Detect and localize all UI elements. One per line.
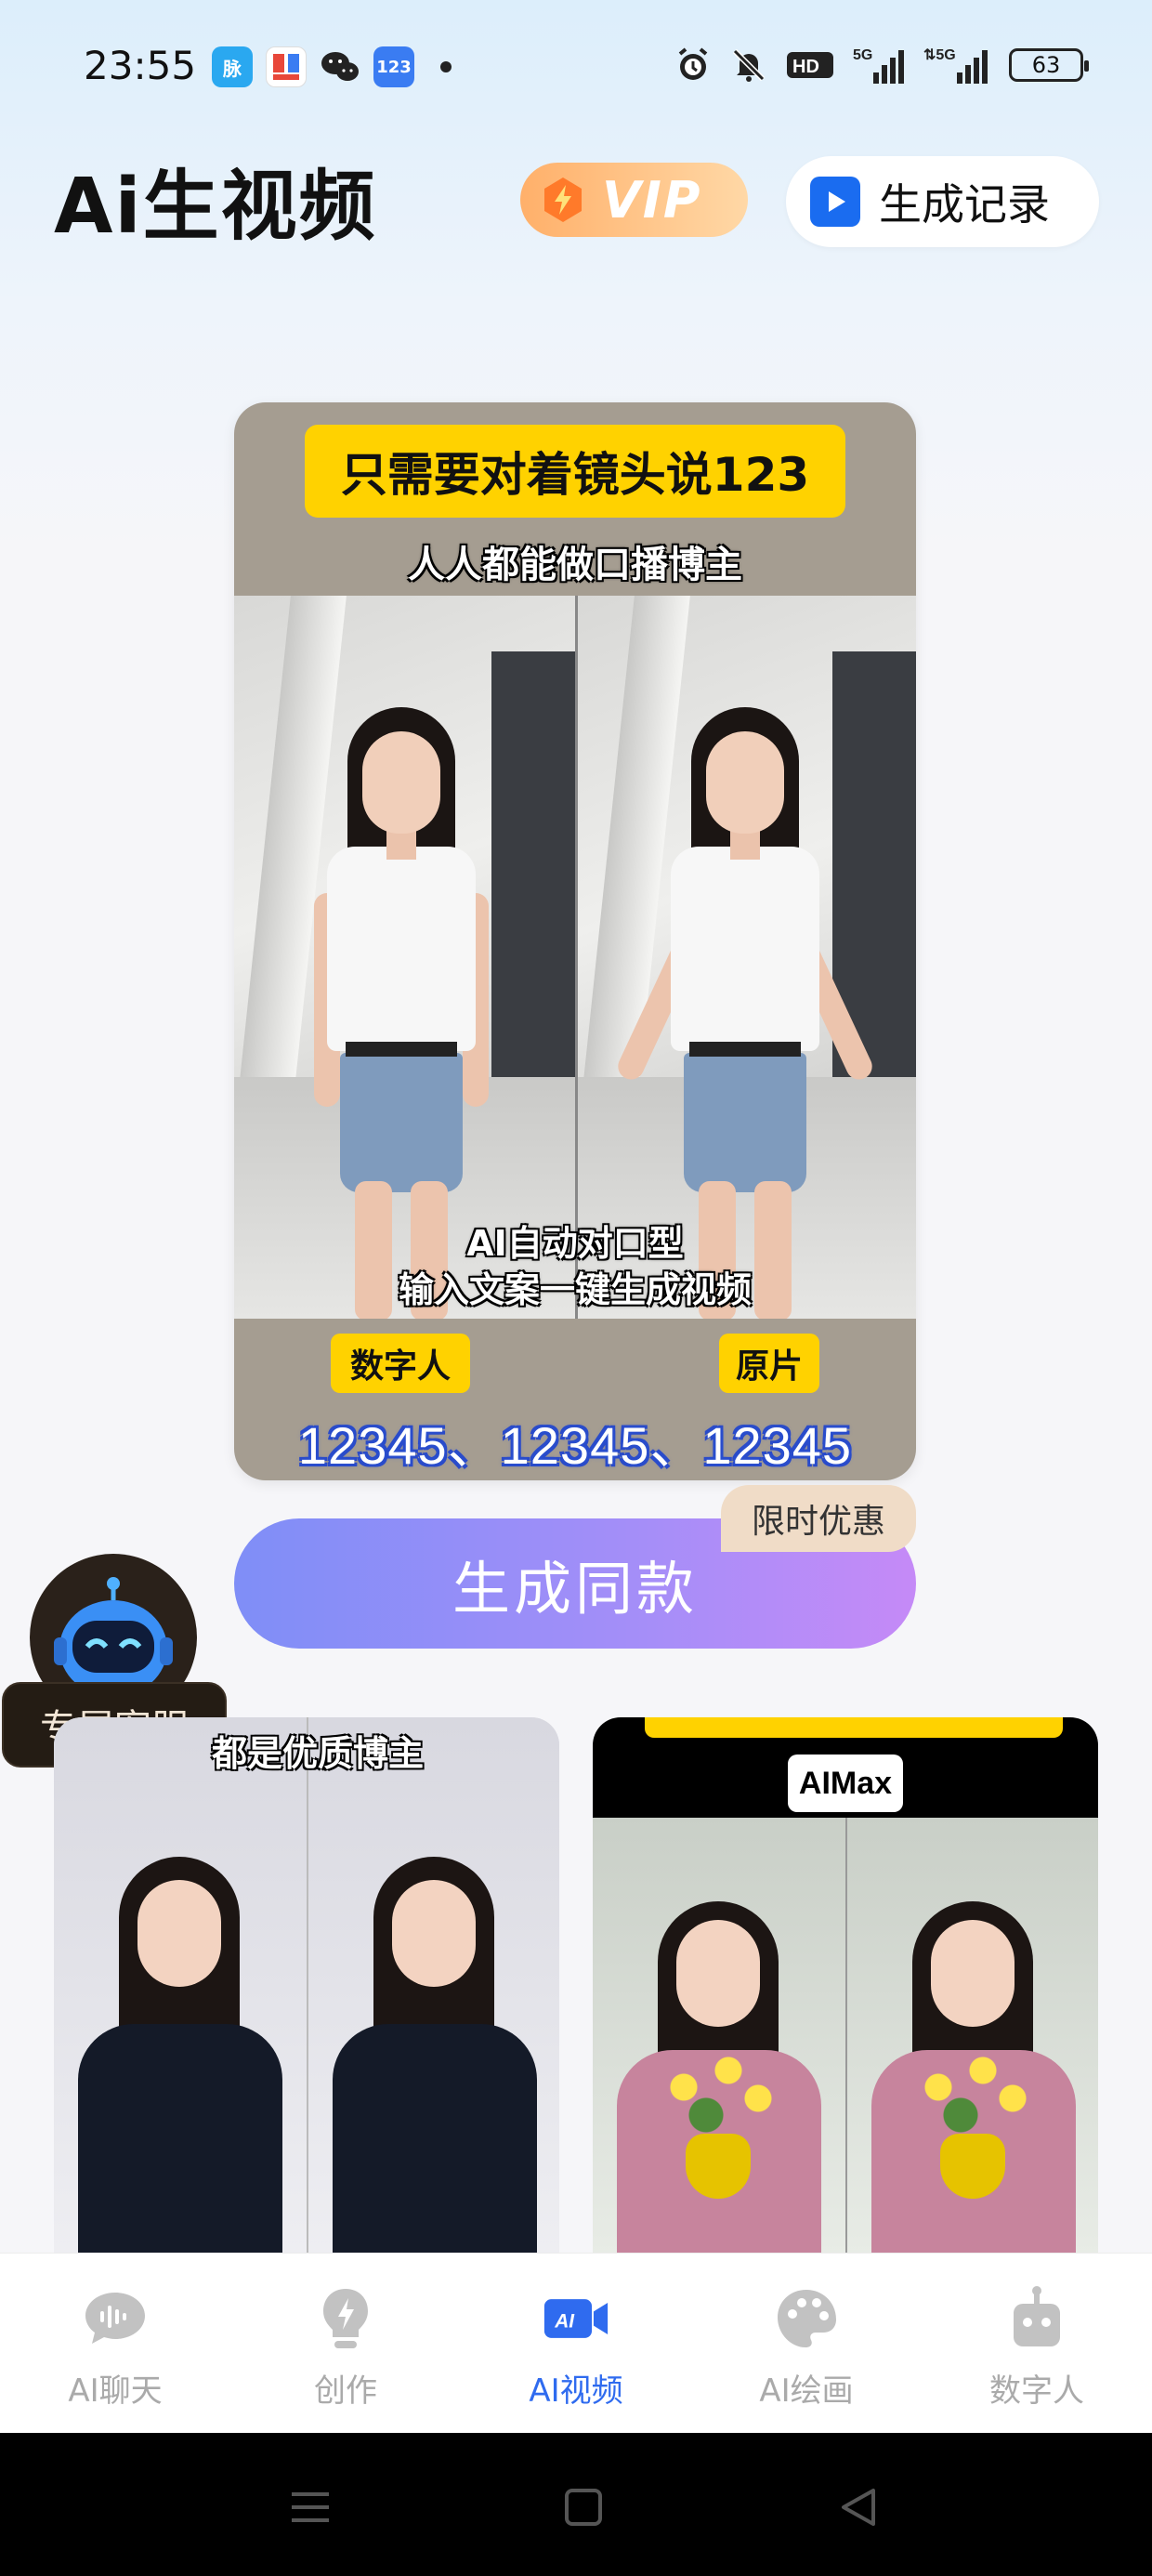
digital-human-frame bbox=[234, 596, 575, 1319]
svg-text:AI: AI bbox=[554, 2310, 575, 2332]
card-1-caption: 都是优质博主 bbox=[212, 1733, 425, 1774]
play-icon bbox=[810, 177, 860, 227]
bottom-tab-bar: AI聊天 创作 AI AI视频 AI绘画 数字人 bbox=[0, 2253, 1152, 2433]
aimax-tag: AIMax bbox=[788, 1755, 903, 1812]
hero-caption-line2: 输入文案一键生成视频 bbox=[398, 1269, 752, 1310]
palette-icon bbox=[773, 2285, 840, 2352]
tab-ai-painting[interactable]: AI绘画 bbox=[691, 2254, 922, 2433]
status-bar: 23:55 脉 123 HD 5G ⇅5G 63 bbox=[0, 37, 1152, 102]
news-app-icon bbox=[266, 46, 307, 87]
hero-subtitle: 人人都能做口播博主 bbox=[408, 544, 742, 586]
vip-label: VIP bbox=[602, 170, 702, 230]
hero-numbers: 12345、12345、12345 bbox=[297, 1416, 853, 1475]
hero-banner: 只需要对着镜头说123 bbox=[305, 425, 845, 518]
original-tag: 原片 bbox=[719, 1334, 819, 1393]
hero-video-frame bbox=[234, 596, 916, 1319]
hero-caption: AI自动对口型 输入文案一键生成视频 bbox=[234, 1220, 916, 1313]
home-nav-icon[interactable] bbox=[556, 2479, 611, 2535]
tab-label: 数字人 bbox=[989, 2372, 1084, 2410]
more-notifications-dot bbox=[440, 61, 452, 72]
menu-nav-icon[interactable] bbox=[282, 2479, 338, 2535]
svg-text:5G: 5G bbox=[853, 47, 872, 63]
svg-text:HD: HD bbox=[792, 57, 819, 77]
tab-ai-video[interactable]: AI AI视频 bbox=[461, 2254, 691, 2433]
mute-icon bbox=[730, 45, 767, 85]
system-icons: HD 5G ⇅5G 63 bbox=[674, 45, 1089, 85]
card-2-banner-strip bbox=[645, 1717, 1063, 1738]
lightning-icon bbox=[544, 177, 582, 222]
tab-ai-chat[interactable]: AI聊天 bbox=[0, 2254, 230, 2433]
bulb-icon bbox=[312, 2285, 379, 2352]
back-nav-icon[interactable] bbox=[831, 2479, 886, 2535]
ai-video-icon: AI bbox=[543, 2285, 609, 2352]
maimai-icon: 脉 bbox=[212, 46, 253, 87]
tab-create[interactable]: 创作 bbox=[230, 2254, 461, 2433]
history-label: 生成记录 bbox=[879, 179, 1050, 230]
battery-indicator: 63 bbox=[1009, 48, 1089, 82]
signal-5g-2-icon: ⇅5G bbox=[923, 45, 990, 85]
wechat-icon bbox=[320, 46, 360, 87]
digital-human-tag: 数字人 bbox=[331, 1334, 470, 1393]
signal-5g-icon: 5G bbox=[853, 45, 905, 85]
notification-icons: 脉 123 bbox=[212, 46, 452, 87]
chat-icon bbox=[82, 2285, 149, 2352]
alarm-icon bbox=[674, 45, 712, 85]
robot-icon bbox=[1003, 2285, 1070, 2352]
generate-label: 生成同款 bbox=[452, 1555, 698, 1623]
template-card-2[interactable]: AIMax bbox=[593, 1717, 1098, 2256]
limited-offer-badge: 限时优惠 bbox=[721, 1485, 916, 1552]
tab-digital-human[interactable]: 数字人 bbox=[922, 2254, 1152, 2433]
vip-button[interactable]: VIP bbox=[520, 163, 748, 237]
tab-label: 创作 bbox=[314, 2372, 377, 2410]
svg-text:⇅5G: ⇅5G bbox=[923, 47, 956, 63]
tab-label: AI视频 bbox=[529, 2372, 623, 2410]
tab-label: AI绘画 bbox=[759, 2372, 854, 2410]
template-card-1[interactable]: 都是优质博主 bbox=[54, 1717, 559, 2256]
generation-history-button[interactable]: 生成记录 bbox=[786, 156, 1099, 247]
hero-caption-line1: AI自动对口型 bbox=[466, 1223, 684, 1264]
keyboard-123-icon: 123 bbox=[373, 46, 414, 87]
tab-label: AI聊天 bbox=[68, 2372, 163, 2410]
hero-video-card[interactable]: 只需要对着镜头说123 人人都能做口播博主 AI自动对口型 输入文案一键生成视频… bbox=[234, 402, 916, 1480]
hd-icon: HD bbox=[786, 45, 834, 85]
original-frame bbox=[575, 596, 916, 1319]
page-title: Ai生视频 bbox=[54, 163, 377, 251]
status-time: 23:55 bbox=[84, 43, 197, 88]
system-navigation-bar bbox=[0, 2433, 1152, 2576]
